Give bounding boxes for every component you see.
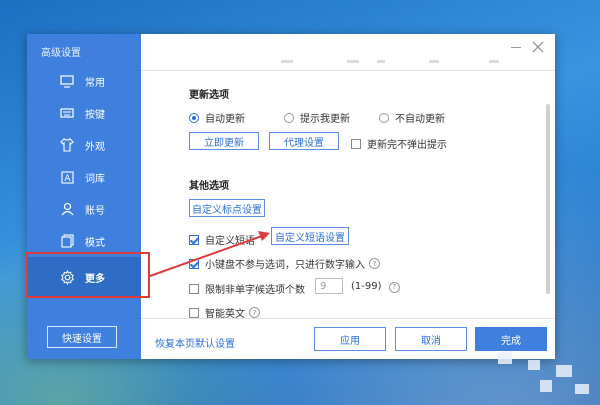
checkbox-box[interactable] xyxy=(189,307,199,318)
checkbox-box[interactable] xyxy=(351,138,361,149)
sidebar-item-label: 词库 xyxy=(85,173,105,185)
highlight-rectangle xyxy=(26,252,150,298)
help-icon[interactable]: ? xyxy=(249,307,260,318)
checkbox-box[interactable] xyxy=(189,234,199,245)
checkbox-label: 更新完不弹出提示 xyxy=(367,140,447,151)
keyboard-icon xyxy=(59,105,75,121)
quick-settings-button[interactable]: 快速设置 xyxy=(47,326,117,348)
advanced-settings-dialog: 高级设置 常用 按键 外观 A 词库 账号 模式 更多 快速设置 更新选项 自动… xyxy=(27,34,555,359)
custom-phrase-settings-button[interactable]: 自定义短语设置 xyxy=(271,227,349,245)
checkbox-label: 自定义短语 xyxy=(205,236,255,247)
sidebar-item-keys[interactable]: 按键 xyxy=(27,97,141,129)
close-icon[interactable] xyxy=(531,40,545,54)
sidebar-title: 高级设置 xyxy=(41,48,81,59)
radio-dot[interactable] xyxy=(189,112,199,123)
update-options-title: 更新选项 xyxy=(189,90,229,101)
limit-candidates-checkbox[interactable]: 限制非单字候选项个数 xyxy=(189,281,305,296)
other-options-title: 其他选项 xyxy=(189,181,229,192)
checkbox-box[interactable] xyxy=(189,283,199,294)
mosaic-pixel xyxy=(528,360,540,370)
minimize-icon[interactable] xyxy=(511,47,521,48)
checkbox-label: 小键盘不参与选词，只进行数字输入 xyxy=(205,260,365,271)
proxy-settings-button[interactable]: 代理设置 xyxy=(269,132,339,150)
custom-phrase-checkbox[interactable]: 自定义短语 xyxy=(189,232,255,247)
radio-prompt-update[interactable]: 提示我更新 xyxy=(284,110,350,125)
update-now-button[interactable]: 立即更新 xyxy=(189,132,259,150)
radio-dot[interactable] xyxy=(379,112,389,123)
radio-label: 不自动更新 xyxy=(395,114,445,125)
sidebar-item-label: 账号 xyxy=(85,205,105,217)
svg-text:A: A xyxy=(64,174,71,184)
custom-punctuation-button[interactable]: 自定义标点设置 xyxy=(189,199,265,217)
sidebar-item-appearance[interactable]: 外观 xyxy=(27,129,141,161)
checkbox-box[interactable] xyxy=(189,258,199,269)
mosaic-pixel xyxy=(556,365,572,377)
sidebar: 高级设置 常用 按键 外观 A 词库 账号 模式 更多 快速设置 xyxy=(27,34,141,359)
numpad-checkbox[interactable]: 小键盘不参与选词，只进行数字输入 ? xyxy=(189,256,380,271)
radio-label: 提示我更新 xyxy=(300,114,350,125)
divider xyxy=(141,70,555,71)
apply-button[interactable]: 应用 xyxy=(314,327,386,351)
limit-candidates-input[interactable]: 9 xyxy=(315,278,343,294)
checkbox-label: 限制非单字候选项个数 xyxy=(205,285,305,296)
sidebar-item-label: 按键 xyxy=(85,109,105,121)
mosaic-pixel xyxy=(498,352,512,364)
radio-no-auto-update[interactable]: 不自动更新 xyxy=(379,110,445,125)
radio-auto-update[interactable]: 自动更新 xyxy=(189,110,245,125)
sidebar-item-label: 模式 xyxy=(85,237,105,249)
range-text: (1-99) xyxy=(351,281,382,292)
sidebar-item-account[interactable]: 账号 xyxy=(27,193,141,225)
sidebar-item-label: 外观 xyxy=(85,141,105,153)
user-icon xyxy=(59,201,75,217)
radio-dot[interactable] xyxy=(284,112,294,123)
divider xyxy=(141,318,555,319)
limit-range-label: (1-99) ? xyxy=(351,281,400,293)
mosaic-pixel xyxy=(540,380,552,392)
sidebar-item-dictionary[interactable]: A 词库 xyxy=(27,161,141,193)
settings-panel: 更新选项 自动更新 提示我更新 不自动更新 立即更新 代理设置 更新完不弹出提示… xyxy=(141,34,555,359)
sidebar-item-label: 常用 xyxy=(85,77,105,89)
help-icon[interactable]: ? xyxy=(369,258,380,269)
copy-icon xyxy=(59,233,75,249)
done-button[interactable]: 完成 xyxy=(475,327,547,351)
scrollbar[interactable] xyxy=(546,104,550,294)
sidebar-item-common[interactable]: 常用 xyxy=(27,65,141,97)
help-icon[interactable]: ? xyxy=(388,281,400,293)
restore-defaults-link[interactable]: 恢复本页默认设置 xyxy=(155,335,235,350)
mosaic-pixel xyxy=(575,384,589,394)
dictionary-icon: A xyxy=(59,169,75,185)
radio-label: 自动更新 xyxy=(205,114,245,125)
no-popup-checkbox[interactable]: 更新完不弹出提示 xyxy=(351,136,447,151)
shirt-icon xyxy=(59,137,75,153)
monitor-icon xyxy=(59,73,75,89)
tab-strip xyxy=(281,60,501,64)
cancel-button[interactable]: 取消 xyxy=(395,327,467,351)
